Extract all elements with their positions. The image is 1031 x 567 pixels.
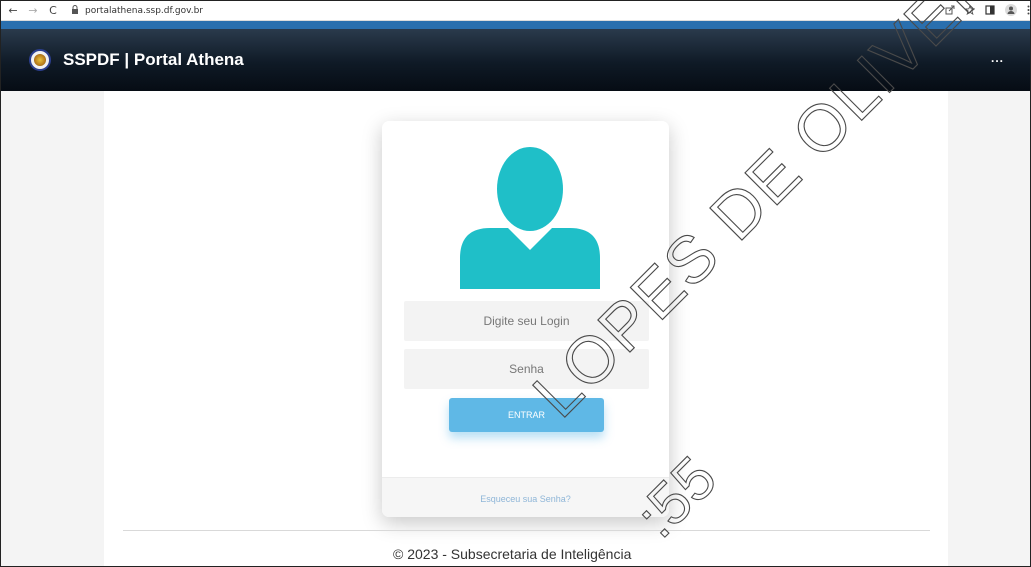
sidepanel-icon[interactable] — [985, 4, 995, 18]
browser-actions — [935, 1, 1030, 21]
footer-divider — [123, 530, 930, 531]
more-menu-button[interactable]: ... — [991, 51, 1004, 65]
sspdf-logo — [29, 49, 51, 71]
browser-window: ← → C portalathena.ssp.df.gov.br SSPDF |… — [0, 0, 1031, 567]
browser-toolbar: ← → C portalathena.ssp.df.gov.br — [1, 1, 1030, 21]
menu-icon[interactable] — [1027, 5, 1030, 18]
share-icon[interactable] — [945, 5, 955, 18]
forward-icon[interactable]: → — [25, 3, 41, 19]
card-footer: Esqueceu sua Senha? — [382, 477, 669, 517]
forgot-password-link[interactable]: Esqueceu sua Senha? — [480, 494, 571, 504]
address-bar[interactable]: portalathena.ssp.df.gov.br — [71, 5, 203, 16]
login-input[interactable] — [404, 301, 649, 341]
login-card: ENTRAR Esqueceu sua Senha? — [382, 121, 669, 517]
user-avatar-icon — [460, 146, 600, 289]
back-icon[interactable]: ← — [5, 3, 21, 19]
app-header: SSPDF | Portal Athena ... — [1, 21, 1030, 91]
enter-button[interactable]: ENTRAR — [449, 398, 604, 432]
star-icon[interactable] — [964, 4, 976, 18]
url-text[interactable]: portalathena.ssp.df.gov.br — [85, 6, 203, 16]
reload-icon[interactable]: C — [45, 3, 61, 19]
password-input[interactable] — [404, 349, 649, 389]
app-title: SSPDF | Portal Athena — [63, 50, 244, 69]
lock-icon — [71, 5, 79, 16]
profile-icon[interactable] — [1005, 3, 1017, 19]
copyright-text: © 2023 - Subsecretaria de Inteligência — [393, 546, 632, 562]
